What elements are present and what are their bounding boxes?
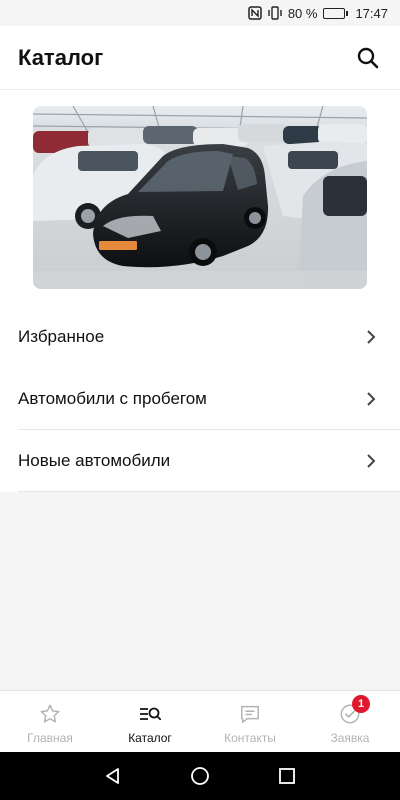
menu-item-label: Автомобили с пробегом bbox=[18, 389, 207, 408]
nav-label: Главная bbox=[27, 731, 73, 745]
nav-label: Заявка bbox=[330, 731, 370, 745]
search-icon bbox=[357, 47, 379, 68]
nav-tab-home[interactable]: Главная bbox=[0, 691, 100, 752]
status-bar: 80 % 17:47 bbox=[0, 0, 400, 26]
recents-button[interactable] bbox=[272, 761, 302, 791]
chevron-right-icon bbox=[367, 392, 376, 406]
notification-badge: 1 bbox=[352, 695, 370, 713]
chevron-right-icon bbox=[367, 454, 376, 468]
chevron-right-icon bbox=[367, 330, 376, 344]
nav-label: Каталог bbox=[128, 731, 172, 745]
recents-square-icon bbox=[278, 768, 295, 784]
menu-item-used-cars[interactable]: Автомобили с пробегом bbox=[0, 368, 400, 430]
back-button[interactable] bbox=[98, 761, 128, 791]
car-showroom-banner[interactable] bbox=[33, 106, 367, 289]
vibrate-icon bbox=[268, 6, 282, 20]
car-showroom-photo bbox=[33, 106, 367, 289]
system-navigation-bar bbox=[0, 752, 400, 800]
page-title: Каталог bbox=[18, 44, 104, 70]
battery-icon bbox=[323, 7, 349, 19]
nav-tab-contacts[interactable]: Контакты bbox=[200, 691, 300, 752]
menu-item-new-cars[interactable]: Новые автомобили bbox=[0, 430, 400, 492]
nav-tab-catalog[interactable]: Каталог bbox=[100, 691, 200, 752]
battery-percent: 80 % bbox=[287, 5, 318, 21]
star-icon bbox=[40, 704, 60, 723]
back-triangle-icon bbox=[106, 768, 120, 784]
app-bar: Каталог bbox=[0, 26, 400, 90]
bottom-navigation: Главная Каталог Контакты 1 Заявка bbox=[0, 690, 400, 752]
home-circle-icon bbox=[191, 767, 209, 785]
banner-section bbox=[0, 90, 400, 306]
catalog-search-icon bbox=[140, 707, 162, 721]
nav-tab-request[interactable]: 1 Заявка bbox=[300, 691, 400, 752]
clock: 17:47 bbox=[355, 5, 388, 21]
nfc-icon bbox=[248, 6, 262, 20]
menu-item-favorites[interactable]: Избранное bbox=[0, 306, 400, 368]
nav-label: Контакты bbox=[224, 731, 276, 745]
search-button[interactable] bbox=[352, 42, 384, 74]
menu-item-label: Новые автомобили bbox=[18, 451, 171, 470]
catalog-menu: Избранное Автомобили с пробегом Новые ав… bbox=[0, 306, 400, 492]
home-button[interactable] bbox=[185, 761, 215, 791]
chat-icon bbox=[241, 705, 259, 723]
divider bbox=[18, 491, 400, 492]
menu-item-label: Избранное bbox=[18, 327, 105, 346]
